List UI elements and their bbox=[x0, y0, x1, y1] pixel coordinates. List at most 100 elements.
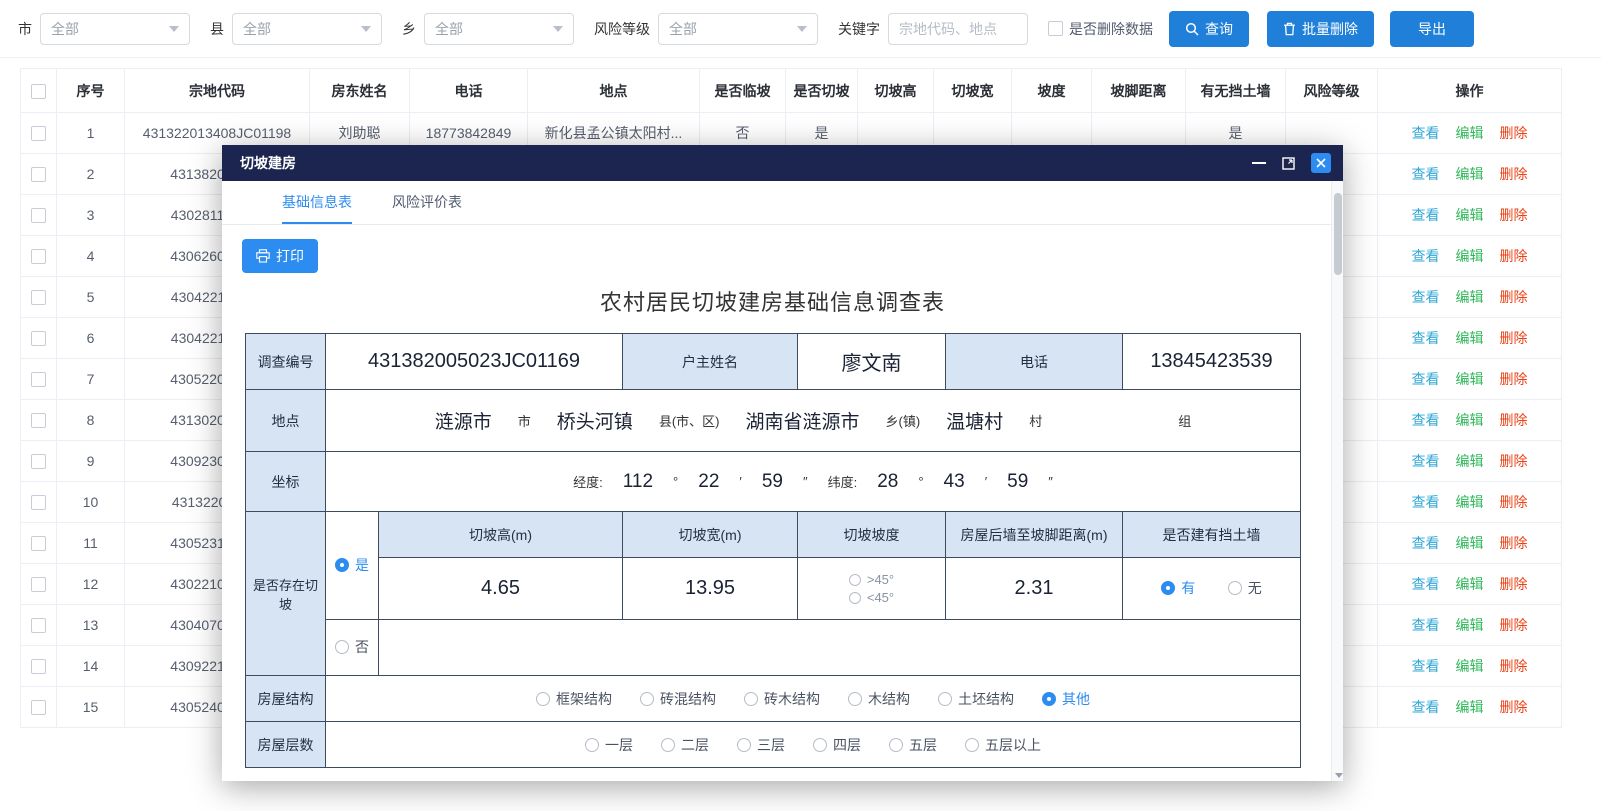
batch-delete-button-label: 批量删除 bbox=[1302, 19, 1358, 39]
delete-link[interactable]: 删除 bbox=[1500, 166, 1528, 182]
tab-risk-evaluation[interactable]: 风险评价表 bbox=[392, 181, 462, 224]
township-select[interactable]: 全部 bbox=[424, 13, 574, 45]
structure-brick-wood-radio[interactable]: 砖木结构 bbox=[744, 689, 820, 709]
view-link[interactable]: 查看 bbox=[1412, 494, 1440, 510]
deleted-data-checkbox[interactable] bbox=[1048, 21, 1063, 36]
edit-link[interactable]: 编辑 bbox=[1456, 699, 1484, 715]
cut-slope-yes-radio[interactable]: 是 bbox=[335, 555, 369, 575]
floors-2-radio[interactable]: 二层 bbox=[661, 735, 709, 755]
delete-link[interactable]: 删除 bbox=[1500, 494, 1528, 510]
row-checkbox[interactable] bbox=[31, 413, 46, 428]
scroll-down-arrow-icon[interactable] bbox=[1335, 773, 1343, 778]
view-link[interactable]: 查看 bbox=[1412, 535, 1440, 551]
row-checkbox[interactable] bbox=[31, 249, 46, 264]
slope-gt45-radio[interactable]: >45° bbox=[849, 572, 894, 587]
view-link[interactable]: 查看 bbox=[1412, 248, 1440, 264]
row-checkbox[interactable] bbox=[31, 618, 46, 633]
edit-link[interactable]: 编辑 bbox=[1456, 535, 1484, 551]
row-checkbox[interactable] bbox=[31, 700, 46, 715]
query-button[interactable]: 查询 bbox=[1169, 11, 1249, 47]
risk-level-select[interactable]: 全部 bbox=[658, 13, 818, 45]
structure-frame-radio[interactable]: 框架结构 bbox=[536, 689, 612, 709]
view-link[interactable]: 查看 bbox=[1412, 330, 1440, 346]
delete-link[interactable]: 删除 bbox=[1500, 535, 1528, 551]
view-link[interactable]: 查看 bbox=[1412, 412, 1440, 428]
view-link[interactable]: 查看 bbox=[1412, 699, 1440, 715]
edit-link[interactable]: 编辑 bbox=[1456, 248, 1484, 264]
view-link[interactable]: 查看 bbox=[1412, 576, 1440, 592]
view-link[interactable]: 查看 bbox=[1412, 289, 1440, 305]
delete-link[interactable]: 删除 bbox=[1500, 576, 1528, 592]
floors-1-radio[interactable]: 一层 bbox=[585, 735, 633, 755]
row-checkbox[interactable] bbox=[31, 577, 46, 592]
floors-4-radio[interactable]: 四层 bbox=[813, 735, 861, 755]
close-icon[interactable] bbox=[1311, 153, 1331, 173]
view-link[interactable]: 查看 bbox=[1412, 166, 1440, 182]
row-checkbox[interactable] bbox=[31, 536, 46, 551]
structure-adobe-radio[interactable]: 土坯结构 bbox=[938, 689, 1014, 709]
row-checkbox[interactable] bbox=[31, 495, 46, 510]
row-checkbox[interactable] bbox=[31, 290, 46, 305]
row-checkbox[interactable] bbox=[31, 167, 46, 182]
wall-yes-radio[interactable]: 有 bbox=[1161, 578, 1195, 598]
maximize-icon[interactable] bbox=[1282, 157, 1295, 170]
delete-link[interactable]: 删除 bbox=[1500, 617, 1528, 633]
minimize-icon[interactable] bbox=[1252, 162, 1266, 164]
view-link[interactable]: 查看 bbox=[1412, 125, 1440, 141]
modal-scrollbar[interactable] bbox=[1331, 181, 1343, 781]
view-link[interactable]: 查看 bbox=[1412, 207, 1440, 223]
delete-link[interactable]: 删除 bbox=[1500, 125, 1528, 141]
county-select-value: 全部 bbox=[243, 19, 361, 39]
delete-link[interactable]: 删除 bbox=[1500, 289, 1528, 305]
delete-link[interactable]: 删除 bbox=[1500, 453, 1528, 469]
delete-link[interactable]: 删除 bbox=[1500, 658, 1528, 674]
row-checkbox[interactable] bbox=[31, 126, 46, 141]
county-select[interactable]: 全部 bbox=[232, 13, 382, 45]
print-button[interactable]: 打印 bbox=[242, 239, 318, 273]
keyword-input[interactable] bbox=[888, 13, 1028, 45]
edit-link[interactable]: 编辑 bbox=[1456, 330, 1484, 346]
edit-link[interactable]: 编辑 bbox=[1456, 371, 1484, 387]
view-link[interactable]: 查看 bbox=[1412, 371, 1440, 387]
edit-link[interactable]: 编辑 bbox=[1456, 125, 1484, 141]
delete-link[interactable]: 删除 bbox=[1500, 699, 1528, 715]
export-button[interactable]: 导出 bbox=[1390, 11, 1474, 47]
edit-link[interactable]: 编辑 bbox=[1456, 494, 1484, 510]
cut-slope-no-radio[interactable]: 否 bbox=[335, 637, 369, 657]
row-checkbox[interactable] bbox=[31, 208, 46, 223]
batch-delete-button[interactable]: 批量删除 bbox=[1267, 11, 1374, 47]
view-link[interactable]: 查看 bbox=[1412, 453, 1440, 469]
tab-basic-info[interactable]: 基础信息表 bbox=[282, 181, 352, 224]
select-all-checkbox[interactable] bbox=[31, 84, 46, 99]
scrollbar-thumb[interactable] bbox=[1334, 193, 1342, 275]
floors-5plus-radio[interactable]: 五层以上 bbox=[965, 735, 1041, 755]
view-link[interactable]: 查看 bbox=[1412, 658, 1440, 674]
floors-3-radio[interactable]: 三层 bbox=[737, 735, 785, 755]
row-checkbox[interactable] bbox=[31, 331, 46, 346]
edit-link[interactable]: 编辑 bbox=[1456, 453, 1484, 469]
row-checkbox[interactable] bbox=[31, 659, 46, 674]
edit-link[interactable]: 编辑 bbox=[1456, 658, 1484, 674]
row-checkbox[interactable] bbox=[31, 454, 46, 469]
structure-brick-concrete-radio[interactable]: 砖混结构 bbox=[640, 689, 716, 709]
delete-link[interactable]: 删除 bbox=[1500, 207, 1528, 223]
wall-no-radio[interactable]: 无 bbox=[1228, 578, 1262, 598]
delete-link[interactable]: 删除 bbox=[1500, 330, 1528, 346]
floors-5-radio[interactable]: 五层 bbox=[889, 735, 937, 755]
edit-link[interactable]: 编辑 bbox=[1456, 289, 1484, 305]
structure-wood-radio[interactable]: 木结构 bbox=[848, 689, 910, 709]
view-link[interactable]: 查看 bbox=[1412, 617, 1440, 633]
edit-link[interactable]: 编辑 bbox=[1456, 412, 1484, 428]
edit-link[interactable]: 编辑 bbox=[1456, 166, 1484, 182]
slope-lt45-radio[interactable]: <45° bbox=[849, 590, 894, 605]
structure-other-radio[interactable]: 其他 bbox=[1042, 689, 1090, 709]
delete-link[interactable]: 删除 bbox=[1500, 248, 1528, 264]
modal-header[interactable]: 切坡建房 bbox=[222, 145, 1343, 181]
delete-link[interactable]: 删除 bbox=[1500, 412, 1528, 428]
edit-link[interactable]: 编辑 bbox=[1456, 576, 1484, 592]
delete-link[interactable]: 删除 bbox=[1500, 371, 1528, 387]
edit-link[interactable]: 编辑 bbox=[1456, 617, 1484, 633]
row-checkbox[interactable] bbox=[31, 372, 46, 387]
city-select[interactable]: 全部 bbox=[40, 13, 190, 45]
edit-link[interactable]: 编辑 bbox=[1456, 207, 1484, 223]
